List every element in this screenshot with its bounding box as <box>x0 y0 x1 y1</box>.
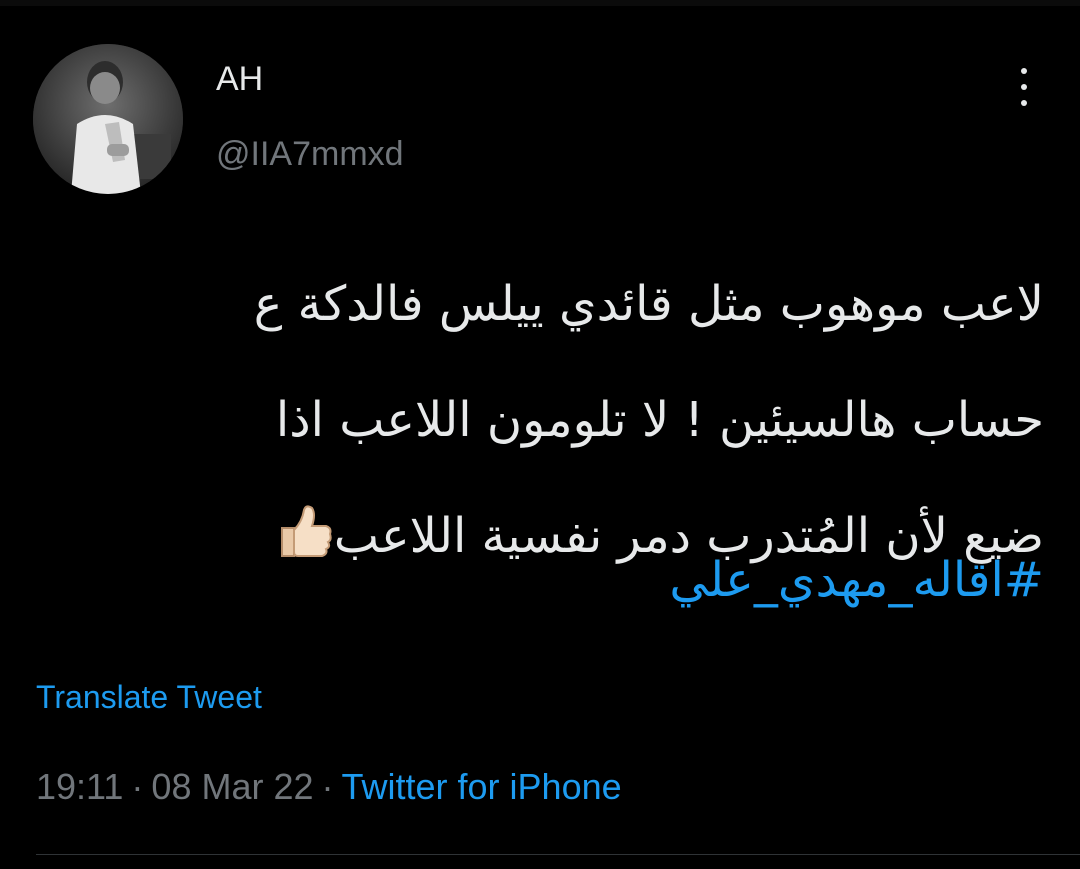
more-dot-icon <box>1021 68 1027 74</box>
meta-separator: · <box>131 766 144 807</box>
tweet-line: لاعب موهوب مثل قائدي ييلس فالدكة ع <box>253 276 1044 332</box>
author-handle[interactable]: @IIA7mmxd <box>216 135 404 174</box>
tweet-meta: 19:11 · 08 Mar 22 · Twitter for iPhone <box>36 766 622 808</box>
more-dot-icon <box>1021 100 1027 106</box>
author-display-name[interactable]: AH <box>216 60 263 99</box>
tweet-source-link[interactable]: Twitter for iPhone <box>342 766 622 807</box>
translate-tweet-link[interactable]: Translate Tweet <box>36 679 262 716</box>
more-dot-icon <box>1021 84 1027 90</box>
thumbs-up-icon <box>274 488 334 557</box>
hashtag-link[interactable]: #اقاله_مهدي_علي <box>669 552 1044 608</box>
tweet-line: حساب هالسيئين ! لا تلومون اللاعب اذا <box>275 392 1044 448</box>
more-options-button[interactable] <box>1006 68 1042 106</box>
tweet-date[interactable]: 08 Mar 22 <box>151 766 313 807</box>
bottom-divider <box>36 854 1080 855</box>
tweet-time[interactable]: 19:11 <box>36 766 123 807</box>
avatar-image <box>33 44 183 194</box>
meta-separator: · <box>321 766 334 807</box>
top-divider <box>0 0 1080 6</box>
tweet-text: لاعب موهوب مثل قائدي ييلس فالدكة ع حساب … <box>44 246 1044 594</box>
avatar[interactable] <box>33 44 183 194</box>
